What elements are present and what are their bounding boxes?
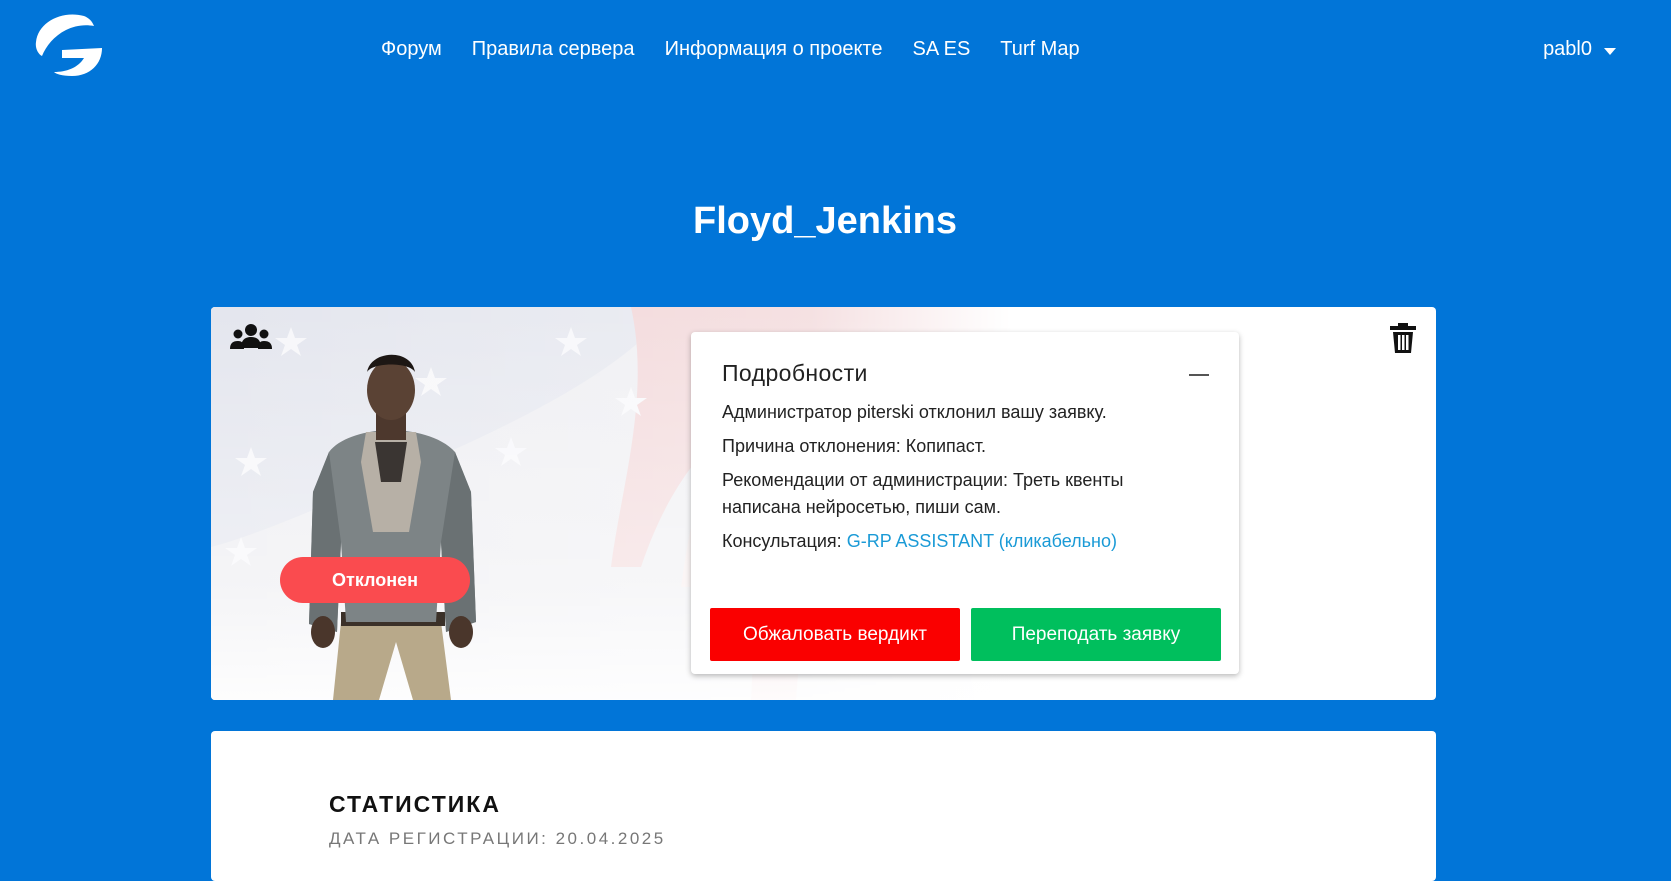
nav-links: Форум Правила сервера Информация о проек… xyxy=(381,38,1110,61)
nav-link-forum[interactable]: Форум xyxy=(381,38,442,61)
character-skin-image xyxy=(309,354,476,700)
resubmit-application-button[interactable]: Переподать заявку xyxy=(971,608,1221,661)
rejection-reason-text: Причина отклонения: Копипаст. xyxy=(722,436,987,456)
stats-card: СТАТИСТИКА ДАТА РЕГИСТРАЦИИ: 20.04.2025 xyxy=(211,731,1436,881)
details-title: Подробности xyxy=(722,360,868,386)
assistant-link[interactable]: G-RP ASSISTANT (кликабельно) xyxy=(847,531,1117,551)
username: pabl0 xyxy=(1543,38,1592,60)
consultation-label: Консультация: xyxy=(722,531,842,551)
profile-card: Отклонен Подробности Администратор piter… xyxy=(211,307,1436,700)
caret-down-icon xyxy=(1604,48,1616,55)
nav-link-server-rules[interactable]: Правила сервера xyxy=(472,38,635,61)
nav-link-project-info[interactable]: Информация о проекте xyxy=(665,38,883,61)
nav-link-sa-es[interactable]: SA ES xyxy=(912,38,970,61)
nav-link-turf-map[interactable]: Turf Map xyxy=(1000,38,1079,61)
users-icon[interactable] xyxy=(229,322,273,354)
navbar: Форум Правила сервера Информация о проек… xyxy=(0,0,1671,104)
admin-recommendation-text: Рекомендации от администрации: Треть кве… xyxy=(722,470,1124,517)
user-menu[interactable]: pabl0 xyxy=(1543,38,1616,61)
admin-decision-text: Администратор piterski отклонил вашу зая… xyxy=(722,402,1107,422)
stats-title: СТАТИСТИКА xyxy=(329,791,501,817)
trash-icon[interactable] xyxy=(1390,323,1416,353)
registration-date: ДАТА РЕГИСТРАЦИИ: 20.04.2025 xyxy=(329,829,666,848)
page-title: Floyd_Jenkins xyxy=(693,200,957,242)
g-logo-icon[interactable] xyxy=(32,12,104,80)
collapse-icon[interactable] xyxy=(1189,374,1209,376)
consultation-line: Консультация: G-RP ASSISTANT (кликабельн… xyxy=(722,528,1202,555)
details-body: Администратор piterski отклонил вашу зая… xyxy=(722,399,1202,562)
status-badge: Отклонен xyxy=(280,557,470,603)
appeal-verdict-button[interactable]: Обжаловать вердикт xyxy=(710,608,960,661)
details-panel: Подробности Администратор piterski откло… xyxy=(691,332,1239,674)
